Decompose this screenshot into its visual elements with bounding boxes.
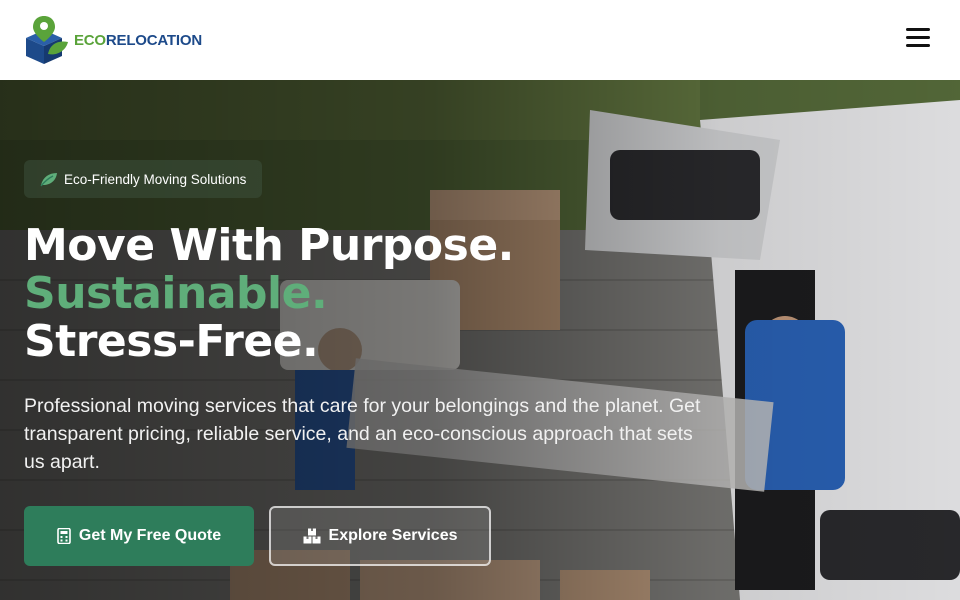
calculator-icon (57, 528, 71, 544)
logo-eco-text: ECO (74, 31, 106, 49)
logo-wordmark: ECORELOCATION (74, 32, 202, 49)
get-free-quote-label: Get My Free Quote (78, 527, 222, 544)
get-free-quote-button[interactable]: Get My Free Quote (24, 506, 254, 566)
headline-line-2: Sustainable. (24, 268, 328, 319)
badge-label: Eco-Friendly Moving Solutions (64, 171, 247, 187)
boxes-icon (303, 528, 321, 544)
logo[interactable]: ECORELOCATION (24, 16, 202, 64)
eco-badge: Eco-Friendly Moving Solutions (24, 160, 263, 198)
logo-relocation-text: RELOCATION (105, 31, 202, 49)
explore-services-label: Explore Services (328, 527, 458, 544)
hero-subtext: Professional moving services that care f… (24, 395, 701, 473)
leaf-icon (40, 173, 57, 187)
explore-services-button[interactable]: Explore Services (269, 506, 491, 566)
logo-icon (26, 16, 68, 64)
site-header: ECORELOCATION (0, 0, 960, 80)
headline-line-3: Stress-Free. (24, 316, 319, 367)
headline-line-1: Move With Purpose. (24, 220, 514, 271)
hero-section: Eco-Friendly Moving Solutions Move With … (0, 80, 960, 600)
hero-headline: Move With Purpose. Sustainable. Stress-F… (24, 222, 514, 366)
hamburger-menu-icon[interactable] (906, 28, 930, 50)
